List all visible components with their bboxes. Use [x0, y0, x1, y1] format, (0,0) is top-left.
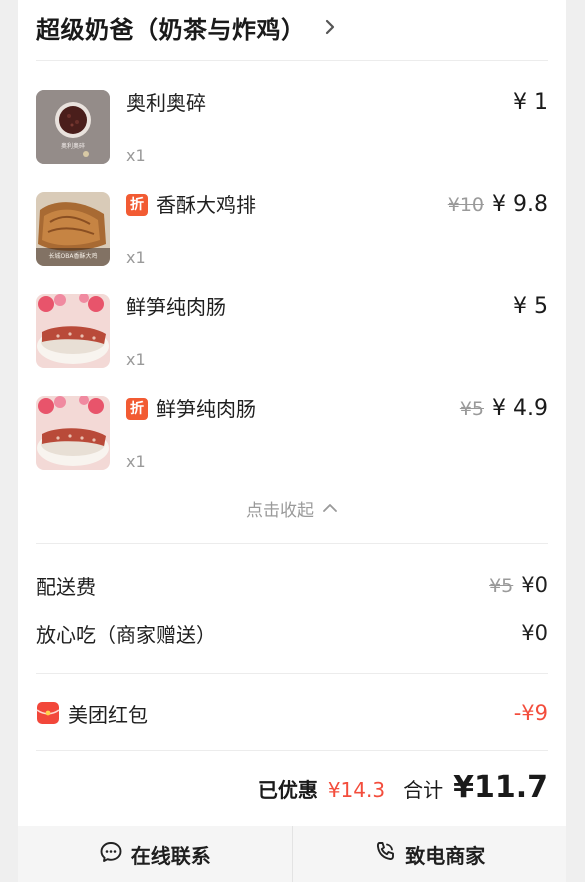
discount-badge: 折 — [126, 194, 148, 216]
item-price: ¥ 5 — [513, 294, 548, 320]
discount-badge: 折 — [126, 398, 148, 420]
item-name-text: 奥利奥碎 — [126, 91, 206, 115]
phone-icon — [373, 840, 397, 869]
item-quantity: x1 — [126, 146, 146, 165]
assurance-amount: ¥0 — [521, 621, 548, 645]
item-price: ¥ 1 — [513, 90, 548, 116]
original-price: ¥5 — [459, 398, 485, 420]
item-name: 折 鲜笋纯肉肠 — [126, 396, 256, 422]
product-thumbnail: 长城OBA香酥大鸡 — [36, 192, 110, 266]
chevron-up-icon — [322, 498, 338, 518]
item-name-text: 鲜笋纯肉肠 — [126, 295, 226, 319]
item-quantity: x1 — [126, 452, 146, 471]
contact-online-label: 在线联系 — [130, 843, 211, 868]
assurance-label: 放心吃（商家赠送） — [36, 622, 216, 647]
contact-online-button[interactable]: 在线联系 — [18, 826, 292, 882]
order-item: 奥利奥碎 奥利奥碎 x1 ¥ 1 — [36, 90, 548, 176]
order-summary: 已优惠 ¥14.3 合计 ¥11.7 — [258, 770, 548, 810]
bottom-action-bar: 在线联系 致电商家 — [18, 826, 566, 882]
delivery-fee-original: ¥5 — [489, 575, 514, 597]
order-item: 长城OBA香酥大鸡 折 香酥大鸡排 x1 ¥10 ¥ 9.8 — [36, 192, 548, 278]
delivery-fee-value: ¥0 — [521, 573, 548, 597]
call-merchant-label: 致电商家 — [405, 843, 486, 868]
product-thumbnail — [36, 396, 110, 470]
delivery-fee-label: 配送费 — [36, 574, 96, 599]
redpacket-value: -¥9 — [513, 701, 548, 725]
chevron-right-icon[interactable] — [320, 17, 340, 37]
price-value: ¥ 1 — [513, 90, 548, 115]
item-name: 奥利奥碎 — [126, 90, 206, 116]
redpacket-left: 美团红包 — [36, 699, 148, 728]
delivery-fee-amount: ¥5 ¥0 — [489, 573, 548, 597]
shop-name[interactable]: 超级奶爸（奶茶与炸鸡） — [36, 10, 306, 45]
shop-header[interactable]: 超级奶爸（奶茶与炸鸡） — [36, 8, 340, 46]
order-item: 折 鲜笋纯肉肠 x1 ¥5 ¥ 4.9 — [36, 396, 548, 482]
order-item: 鲜笋纯肉肠 x1 ¥ 5 — [36, 294, 548, 380]
price-value: ¥ 4.9 — [492, 396, 548, 421]
item-price: ¥10 ¥ 9.8 — [448, 192, 548, 218]
item-name: 鲜笋纯肉肠 — [126, 294, 226, 320]
assurance-value: ¥0 — [521, 621, 548, 645]
call-merchant-button[interactable]: 致电商家 — [293, 826, 567, 882]
item-quantity: x1 — [126, 350, 146, 369]
price-value: ¥ 9.8 — [492, 192, 548, 217]
order-card: 超级奶爸（奶茶与炸鸡） 奥利奥碎 奥利奥碎 x1 ¥ 1 长城OBA香酥大鸡 折… — [18, 0, 566, 882]
total-value: ¥11.7 — [453, 770, 548, 805]
total-label: 合计 — [403, 778, 444, 802]
item-name-text: 香酥大鸡排 — [156, 193, 256, 217]
product-thumbnail: 奥利奥碎 — [36, 90, 110, 164]
redpacket-row[interactable]: 美团红包 -¥9 — [36, 698, 548, 728]
item-quantity: x1 — [126, 248, 146, 267]
saved-value: ¥14.3 — [327, 778, 386, 802]
saved-label: 已优惠 — [257, 778, 318, 802]
assurance-row: 放心吃（商家赠送） ¥0 — [36, 618, 548, 648]
svg-text:奥利奥碎: 奥利奥碎 — [61, 142, 85, 150]
item-name-text: 鲜笋纯肉肠 — [156, 397, 256, 421]
divider — [36, 60, 548, 61]
collapse-label: 点击收起 — [246, 500, 314, 521]
divider — [36, 673, 548, 674]
divider — [36, 750, 548, 751]
redpacket-label: 美团红包 — [68, 702, 148, 727]
svg-text:长城OBA香酥大鸡: 长城OBA香酥大鸡 — [49, 252, 98, 260]
chat-bubble-icon — [99, 840, 123, 869]
price-value: ¥ 5 — [513, 294, 548, 319]
red-packet-icon — [36, 701, 60, 725]
divider — [36, 543, 548, 544]
delivery-fee-row: 配送费 ¥5 ¥0 — [36, 570, 548, 600]
item-name: 折 香酥大鸡排 — [126, 192, 256, 218]
collapse-button[interactable]: 点击收起 — [18, 494, 566, 522]
item-price: ¥5 ¥ 4.9 — [460, 396, 548, 422]
product-thumbnail — [36, 294, 110, 368]
original-price: ¥10 — [447, 194, 485, 216]
